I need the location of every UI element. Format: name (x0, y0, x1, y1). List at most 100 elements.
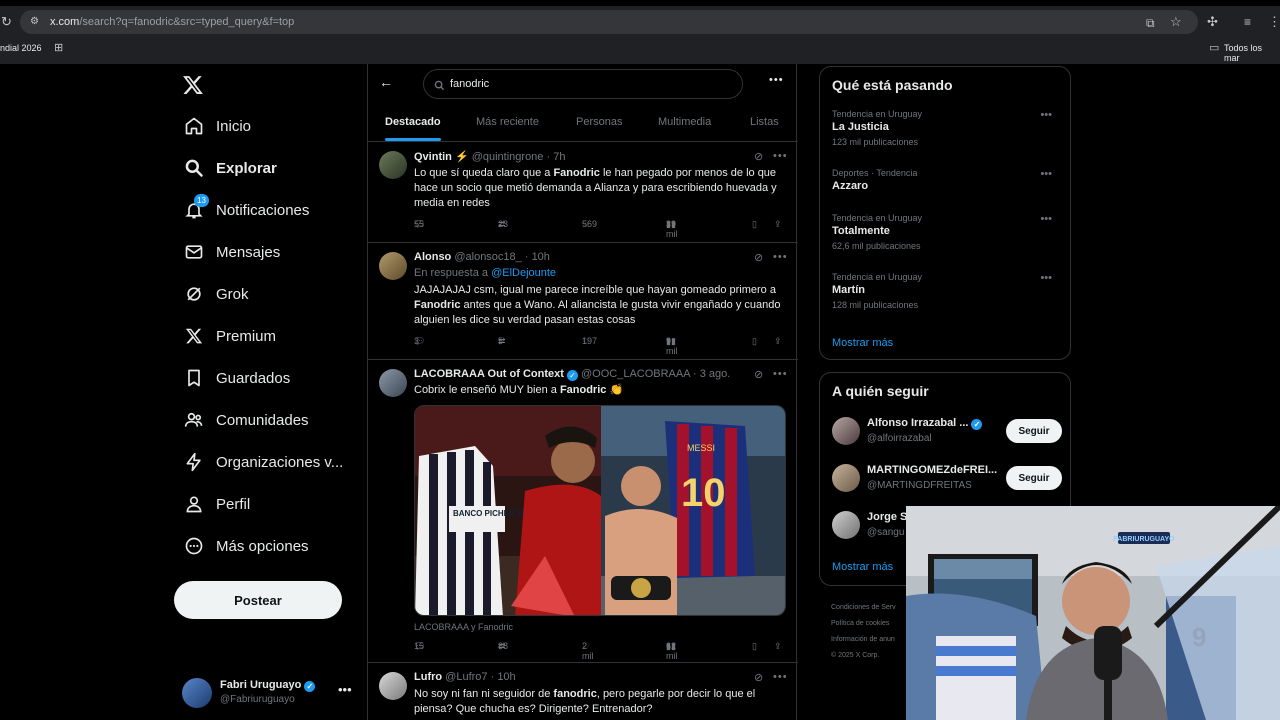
more-icon[interactable]: ••• (773, 150, 788, 162)
star-icon[interactable]: ☆ (1170, 14, 1182, 30)
repost-button[interactable]: ⇄ 23 (498, 219, 508, 229)
trend-item[interactable]: Deportes · Tendencia Azzaro ••• (832, 168, 1062, 192)
author-name[interactable]: LACOBRAAA Out of Context (414, 368, 564, 380)
tab-listas[interactable]: Listas (750, 102, 779, 142)
author-handle[interactable]: @OOC_LACOBRAAA (581, 368, 690, 380)
back-arrow-icon[interactable]: ← (379, 74, 393, 90)
more-icon[interactable]: ••• (1040, 272, 1052, 284)
more-icon[interactable]: ••• (338, 682, 352, 697)
like-button[interactable]: ♡ 197 (582, 336, 597, 346)
grok-icon[interactable]: ⊘ (754, 150, 763, 163)
bookmark-icon[interactable]: ▯ (752, 219, 757, 230)
reply-button[interactable]: 💬︎ 3 (414, 336, 425, 346)
author-name[interactable]: Lufro (414, 671, 442, 683)
avatar[interactable] (379, 369, 407, 397)
reply-button[interactable]: 💬︎ 15 (414, 641, 425, 651)
post-time[interactable]: · 3 ago. (693, 368, 730, 380)
post-time[interactable]: · 10h (491, 671, 516, 683)
show-more-link[interactable]: Mostrar más (832, 561, 893, 573)
follow-suggestion[interactable]: MARTINGOMEZdeFREI... @MARTINGDFREITAS Se… (832, 462, 1062, 496)
post-button[interactable]: Postear (174, 581, 342, 619)
grok-icon[interactable]: ⊘ (754, 368, 763, 381)
grok-icon[interactable]: ⊘ (754, 251, 763, 264)
trend-item[interactable]: Tendencia en Uruguay Totalmente 62,6 mil… (832, 213, 1062, 251)
more-icon[interactable]: ••• (773, 368, 788, 380)
account-switcher[interactable]: Fabri Uruguayo ✓ @Fabriuruguayo ••• (182, 676, 362, 710)
x-logo-icon[interactable] (182, 74, 204, 96)
tab-destacado[interactable]: Destacado (385, 102, 441, 142)
like-button[interactable]: ♡ 2 mil (582, 641, 594, 661)
tab-mas-reciente[interactable]: Más reciente (476, 102, 539, 142)
reload-icon[interactable]: ↻ (1, 14, 12, 30)
trend-item[interactable]: Tendencia en Uruguay La Justicia 123 mil… (832, 109, 1062, 147)
avatar[interactable] (832, 464, 860, 492)
bookmark-icon[interactable]: ▯ (752, 641, 757, 652)
apps-grid-icon[interactable]: ⊞ (54, 41, 63, 54)
more-icon[interactable]: ••• (1040, 168, 1052, 180)
like-button[interactable]: ♡ 569 (582, 219, 597, 229)
repost-button[interactable]: ⇄ 5 (498, 336, 506, 346)
footer-link[interactable]: Condiciones de Serv (831, 600, 896, 616)
post[interactable]: Alonso @alonsoc18_ · 10h ⊘ ••• En respue… (368, 244, 798, 360)
author-handle[interactable]: @quintingrone (472, 151, 544, 163)
avatar[interactable] (832, 511, 860, 539)
nav-item-mensajes[interactable]: Mensajes (174, 232, 280, 272)
author-name[interactable]: Qvintin ⚡ (414, 151, 469, 163)
bookmark-folder-all[interactable]: Todos los mar (1224, 43, 1280, 63)
nav-item-explorar[interactable]: Explorar (174, 148, 277, 188)
nav-item-grok[interactable]: Grok (174, 274, 249, 314)
share-icon[interactable]: ⇪ (774, 641, 782, 652)
nav-item-mas-opciones[interactable]: Más opciones (174, 526, 309, 566)
repost-button[interactable]: ⇄ 88 (498, 641, 508, 651)
avatar[interactable] (379, 252, 407, 280)
cast-icon[interactable]: ⧉ (1146, 15, 1155, 31)
author-handle[interactable]: @Lufro7 (445, 671, 487, 683)
nav-item-guardados[interactable]: Guardados (174, 358, 290, 398)
footer-link[interactable]: Política de cookies (831, 616, 896, 632)
avatar[interactable] (379, 672, 407, 700)
more-icon[interactable]: ••• (1040, 213, 1052, 225)
share-icon[interactable]: ⇪ (774, 336, 782, 347)
nav-item-notificaciones[interactable]: 13 Notificaciones (174, 190, 309, 230)
post-time[interactable]: · 7h (546, 151, 565, 163)
bookmark-item[interactable]: ndial 2026 (0, 43, 42, 53)
nav-item-inicio[interactable]: Inicio (174, 106, 251, 146)
more-icon[interactable]: ••• (773, 251, 788, 263)
avatar[interactable] (832, 417, 860, 445)
extensions-icon[interactable]: ✣ (1207, 14, 1218, 30)
post[interactable]: Qvintin ⚡ @quintingrone · 7h ⊘ ••• Lo qu… (368, 143, 798, 243)
address-bar[interactable]: ⚙ x.com/search?q=fanodric&src=typed_quer… (20, 10, 1198, 34)
post-image[interactable]: BANCO PICHINCHA MESSI 10 (414, 405, 786, 616)
nav-item-premium[interactable]: Premium (174, 316, 276, 356)
reply-button[interactable]: 💬︎ 55 (414, 219, 425, 229)
tab-personas[interactable]: Personas (576, 102, 622, 142)
follow-suggestion[interactable]: Alfonso Irrazabal ... ✓ @alfoirrazabal Se… (832, 415, 1062, 449)
show-more-link[interactable]: Mostrar más (832, 337, 893, 349)
more-icon[interactable]: ••• (773, 671, 788, 683)
footer-link[interactable]: Información de anun (831, 632, 896, 648)
views-button[interactable]: ▮▮ 9 mil (666, 336, 678, 356)
avatar[interactable] (379, 151, 407, 179)
post-time[interactable]: · 10h (525, 251, 550, 263)
search-input[interactable]: fanodric (423, 69, 743, 99)
follow-button[interactable]: Seguir (1006, 419, 1062, 443)
post[interactable]: LACOBRAAA Out of Context ✓ @OOC_LACOBRAAA… (368, 361, 798, 663)
nav-item-comunidades[interactable]: Comunidades (174, 400, 309, 440)
share-icon[interactable]: ⇪ (774, 219, 782, 230)
views-button[interactable]: ▮▮ 62 mil (666, 641, 678, 661)
site-info-icon[interactable]: ⚙ (30, 14, 39, 30)
views-button[interactable]: ▮▮ 39 mil (666, 219, 678, 239)
nav-item-organizaciones[interactable]: Organizaciones v... (174, 442, 343, 482)
author-handle[interactable]: @alonsoc18_ (454, 251, 521, 263)
reply-to-handle[interactable]: @ElDejounte (491, 267, 556, 279)
follow-button[interactable]: Seguir (1006, 466, 1062, 490)
menu-icon[interactable]: ⋮ (1268, 14, 1280, 30)
author-name[interactable]: Alonso (414, 251, 451, 263)
more-icon[interactable]: ••• (769, 74, 784, 86)
media-icon[interactable]: ≡ (1244, 14, 1251, 30)
grok-icon[interactable]: ⊘ (754, 671, 763, 684)
post[interactable]: Lufro @Lufro7 · 10h ⊘ ••• No soy ni fan … (368, 664, 798, 720)
trend-item[interactable]: Tendencia en Uruguay Martín 128 mil publ… (832, 272, 1062, 310)
more-icon[interactable]: ••• (1040, 109, 1052, 121)
nav-item-perfil[interactable]: Perfil (174, 484, 250, 524)
